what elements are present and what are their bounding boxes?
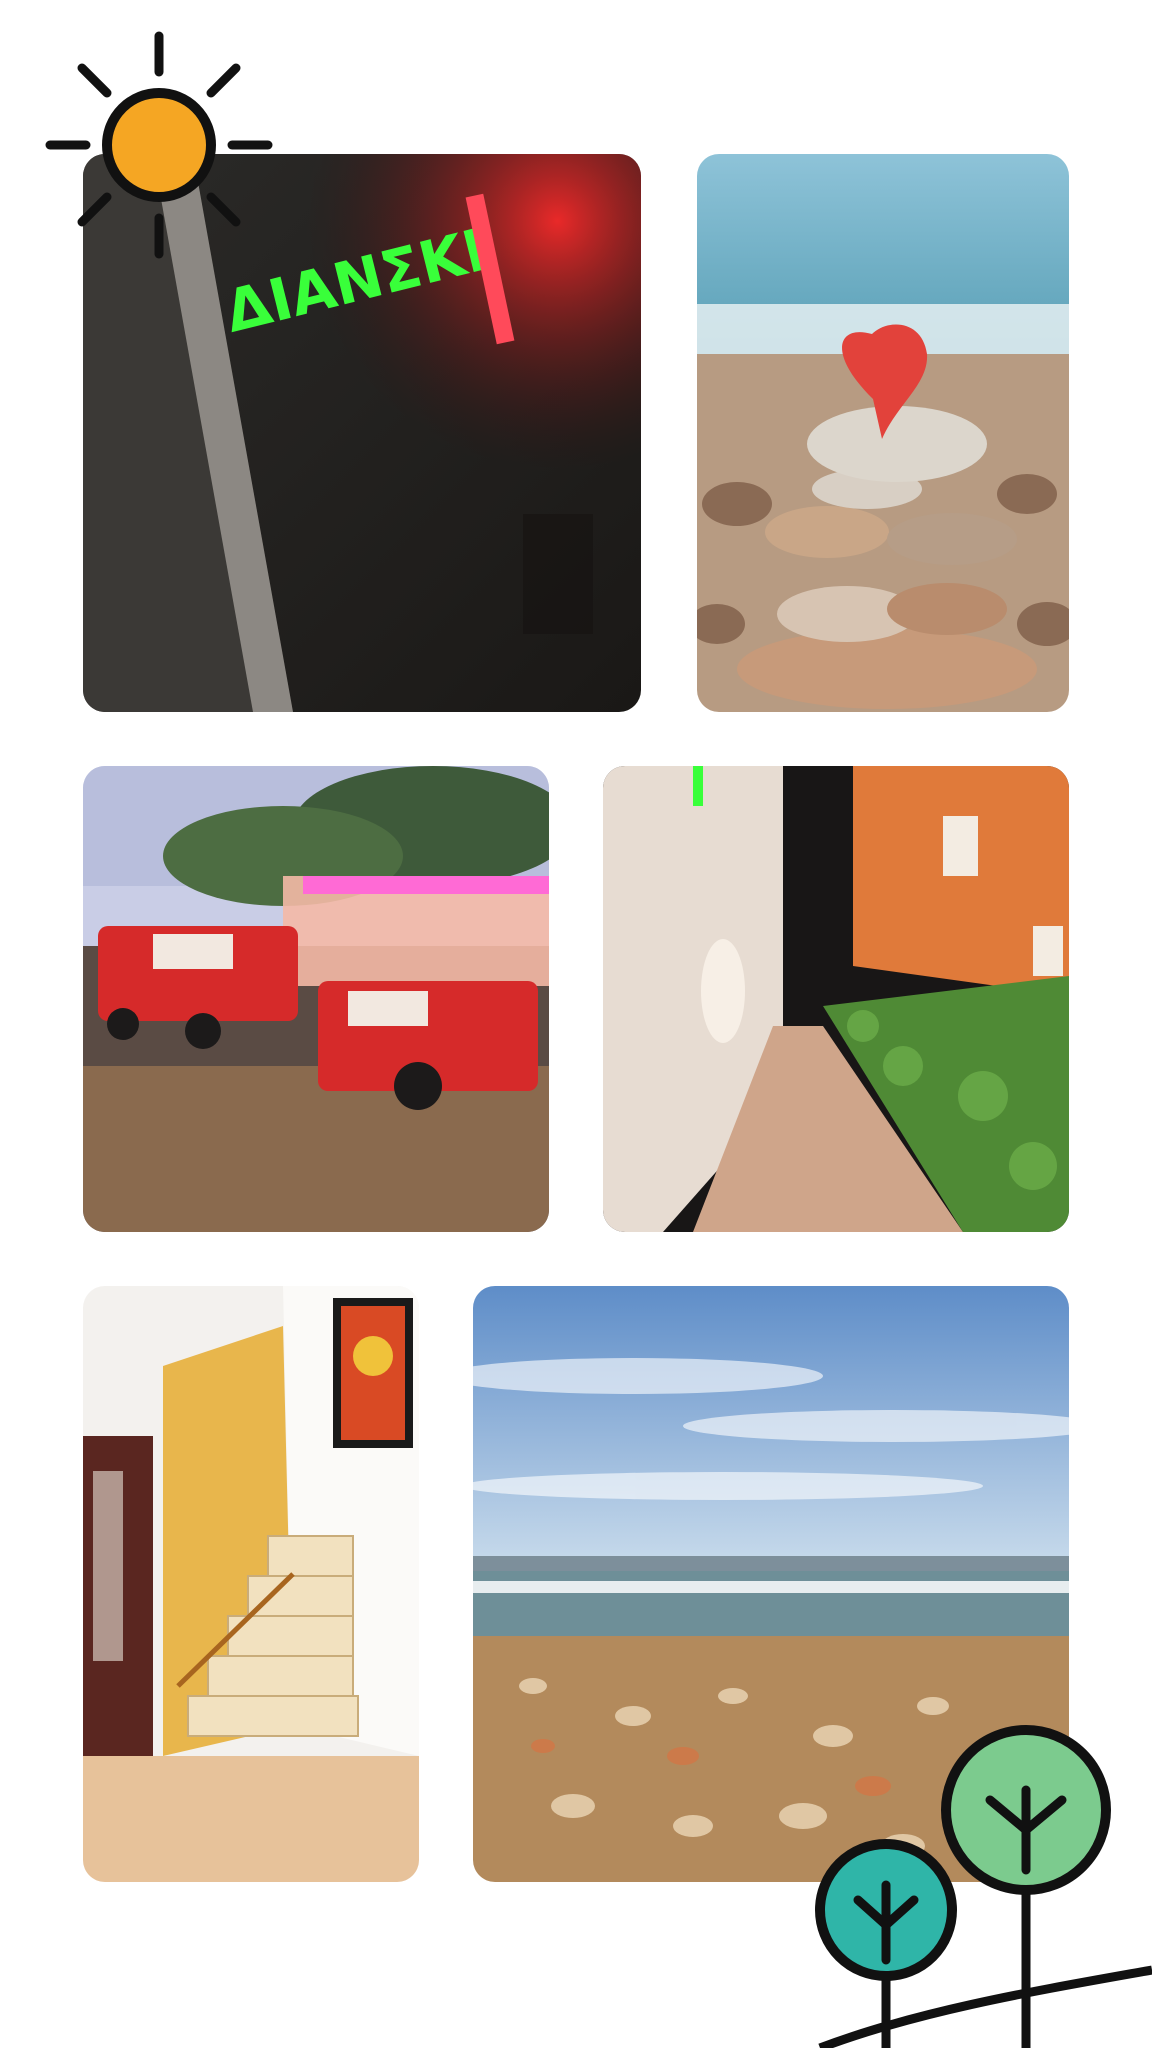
photo-staircase — [83, 1286, 419, 1882]
photo-heart-stone-cairn — [697, 154, 1069, 712]
photo-hotel-walkway — [603, 766, 1069, 1232]
photo-tourist-train — [83, 766, 549, 1232]
tree-icon — [800, 1720, 1152, 2052]
sun-icon — [44, 30, 274, 260]
